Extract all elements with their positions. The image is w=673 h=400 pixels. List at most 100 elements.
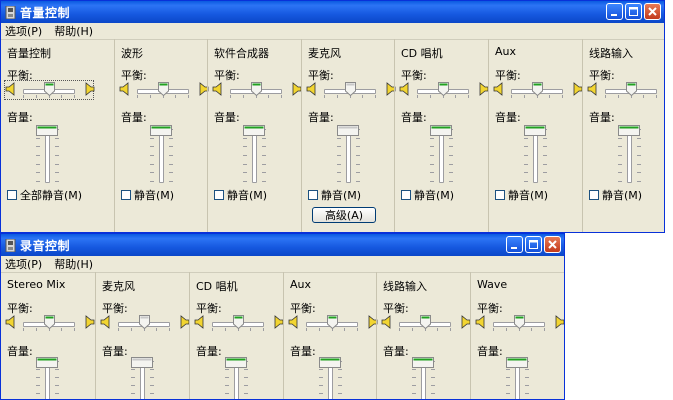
- left-speaker-icon: [381, 315, 393, 329]
- volume-ticks: [637, 129, 641, 182]
- balance-slider[interactable]: [587, 81, 664, 99]
- balance-slider[interactable]: [399, 81, 489, 99]
- title-bar[interactable]: 录音控制: [1, 234, 564, 256]
- volume-thumb[interactable]: [150, 125, 172, 136]
- balance-slider[interactable]: [475, 314, 564, 332]
- channel-column: CD 唱机 平衡: 音量: 静音(M): [394, 39, 489, 232]
- balance-thumb[interactable]: [232, 315, 244, 330]
- channel-column: 线路输入 平衡: 音量: 静音(M): [582, 39, 664, 232]
- balance-slider[interactable]: [100, 314, 190, 332]
- volume-thumb[interactable]: [506, 357, 528, 368]
- balance-thumb[interactable]: [250, 82, 262, 97]
- balance-thumb[interactable]: [43, 315, 55, 330]
- balance-slider[interactable]: [4, 80, 95, 100]
- checkbox-box[interactable]: [401, 190, 411, 200]
- speaker-app-icon: [5, 5, 16, 19]
- balance-thumb[interactable]: [138, 315, 150, 330]
- volume-ticks: [543, 129, 547, 182]
- volume-ticks: [337, 129, 341, 182]
- volume-thumb[interactable]: [36, 125, 58, 136]
- mute-label: 静音(M): [134, 189, 175, 202]
- checkbox-box[interactable]: [308, 190, 318, 200]
- close-button[interactable]: [544, 236, 561, 253]
- minimize-icon: [511, 247, 517, 249]
- mute-label: 静音(M): [414, 189, 455, 202]
- volume-thumb[interactable]: [225, 357, 247, 368]
- maximize-button[interactable]: [625, 3, 642, 20]
- balance-slider[interactable]: [288, 314, 378, 332]
- close-button[interactable]: [644, 3, 661, 20]
- menu-help[interactable]: 帮助(H): [54, 23, 93, 39]
- balance-thumb[interactable]: [326, 315, 338, 330]
- checkbox-box[interactable]: [121, 190, 131, 200]
- balance-thumb[interactable]: [531, 82, 543, 97]
- volume-track: [533, 129, 538, 183]
- mute-checkbox[interactable]: 全部静音(M): [7, 187, 82, 203]
- mute-checkbox[interactable]: 静音(M): [589, 187, 642, 203]
- balance-slider[interactable]: [381, 314, 471, 332]
- mute-checkbox[interactable]: 静音(M): [121, 187, 174, 203]
- balance-thumb[interactable]: [437, 82, 449, 97]
- left-speaker-icon: [288, 315, 300, 329]
- balance-thumb[interactable]: [625, 82, 637, 97]
- volume-thumb[interactable]: [430, 125, 452, 136]
- close-icon: [648, 7, 657, 16]
- balance-slider[interactable]: [5, 314, 95, 332]
- balance-slider[interactable]: [306, 81, 396, 99]
- volume-thumb[interactable]: [618, 125, 640, 136]
- balance-thumb[interactable]: [513, 315, 525, 330]
- mute-checkbox[interactable]: 静音(M): [308, 187, 361, 203]
- mute-checkbox[interactable]: 静音(M): [401, 187, 454, 203]
- mute-checkbox[interactable]: 静音(M): [495, 187, 548, 203]
- volume-track: [439, 129, 444, 183]
- minimize-icon: [611, 14, 617, 16]
- minimize-button[interactable]: [606, 3, 623, 20]
- maximize-button[interactable]: [525, 236, 542, 253]
- volume-ticks: [618, 129, 622, 182]
- balance-slider[interactable]: [493, 81, 583, 99]
- mute-checkbox[interactable]: 静音(M): [214, 187, 267, 203]
- balance-slider[interactable]: [119, 81, 209, 99]
- channel-column: 线路输入 平衡: 音量:: [376, 272, 471, 399]
- volume-thumb[interactable]: [243, 125, 265, 136]
- title-bar[interactable]: 音量控制: [1, 1, 664, 23]
- right-speaker-icon: [83, 315, 95, 329]
- left-speaker-icon: [587, 82, 599, 96]
- checkbox-box[interactable]: [495, 190, 505, 200]
- menu-help[interactable]: 帮助(H): [54, 256, 93, 272]
- channel-name: CD 唱机: [196, 280, 238, 293]
- volume-thumb[interactable]: [412, 357, 434, 368]
- checkbox-box[interactable]: [589, 190, 599, 200]
- channel-column: 音量控制 平衡: 音量: 全部静音(M): [1, 39, 114, 232]
- menu-bar: 选项(P) 帮助(H): [1, 256, 564, 273]
- left-speaker-icon: [399, 82, 411, 96]
- balance-thumb[interactable]: [157, 82, 169, 97]
- minimize-button[interactable]: [506, 236, 523, 253]
- volume-thumb[interactable]: [131, 357, 153, 368]
- left-speaker-icon: [119, 82, 131, 96]
- balance-thumb[interactable]: [43, 82, 55, 97]
- checkbox-box[interactable]: [7, 190, 17, 200]
- balance-thumb[interactable]: [344, 82, 356, 97]
- volume-thumb[interactable]: [524, 125, 546, 136]
- channel-column: 麦克风 平衡: 音量: 静音(M) 高级(A): [301, 39, 396, 232]
- left-speaker-icon: [493, 82, 505, 96]
- volume-label: 音量:: [7, 345, 33, 358]
- balance-slider[interactable]: [194, 314, 284, 332]
- mute-label: 静音(M): [227, 189, 268, 202]
- volume-label: 音量:: [589, 111, 615, 124]
- volume-thumb[interactable]: [337, 125, 359, 136]
- balance-slider[interactable]: [212, 81, 302, 99]
- channel-column: Wave 平衡: 音量:: [470, 272, 564, 399]
- volume-thumb[interactable]: [36, 357, 58, 368]
- checkbox-box[interactable]: [214, 190, 224, 200]
- volume-label: 音量:: [121, 111, 147, 124]
- volume-thumb[interactable]: [319, 357, 341, 368]
- menu-options[interactable]: 选项(P): [5, 256, 42, 272]
- volume-track: [45, 129, 50, 183]
- balance-thumb[interactable]: [419, 315, 431, 330]
- window-title: 音量控制: [20, 5, 71, 20]
- advanced-button[interactable]: 高级(A): [312, 207, 376, 223]
- menu-options[interactable]: 选项(P): [5, 23, 42, 39]
- mute-label: 全部静音(M): [20, 189, 83, 202]
